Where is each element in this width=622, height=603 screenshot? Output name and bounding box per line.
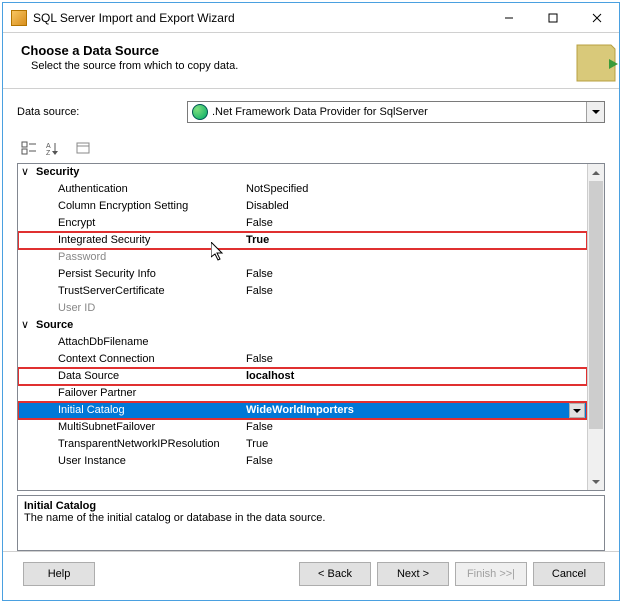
data-source-value: .Net Framework Data Provider for SqlServ…	[212, 106, 586, 118]
property-pages-button[interactable]	[71, 137, 95, 159]
svg-text:Z: Z	[46, 150, 51, 156]
alphabetical-button[interactable]: AZ	[41, 137, 65, 159]
prop-data-source[interactable]: Data Sourcelocalhost	[18, 368, 587, 385]
categorized-button[interactable]	[17, 137, 41, 159]
prop-trust-server-certificate[interactable]: TrustServerCertificateFalse	[18, 283, 587, 300]
help-button[interactable]: Help	[23, 562, 95, 586]
scroll-thumb[interactable]	[589, 181, 603, 429]
prop-user-id[interactable]: User ID	[18, 300, 587, 317]
prop-transparent-network-ip-resolution[interactable]: TransparentNetworkIPResolutionTrue	[18, 436, 587, 453]
svg-text:A: A	[46, 143, 51, 150]
vertical-scrollbar[interactable]	[587, 164, 604, 490]
scroll-up-button[interactable]	[588, 164, 604, 181]
title-bar: SQL Server Import and Export Wizard	[3, 3, 619, 33]
app-icon	[11, 10, 27, 26]
prop-integrated-security[interactable]: Integrated SecurityTrue	[18, 232, 587, 249]
back-button[interactable]: < Back	[299, 562, 371, 586]
prop-initial-catalog[interactable]: Initial Catalog WideWorldImporters	[18, 402, 587, 419]
property-grid-toolbar: AZ	[17, 137, 605, 159]
page-subtitle: Select the source from which to copy dat…	[31, 60, 601, 72]
prop-failover-partner[interactable]: Failover Partner	[18, 385, 587, 402]
collapse-icon[interactable]: ∨	[18, 164, 32, 181]
cancel-button[interactable]: Cancel	[533, 562, 605, 586]
description-text: The name of the initial catalog or datab…	[24, 512, 598, 524]
scroll-track[interactable]	[588, 181, 604, 473]
wizard-footer: Help < Back Next > Finish >>| Cancel	[3, 551, 619, 600]
chevron-down-icon	[586, 102, 604, 122]
finish-button[interactable]: Finish >>|	[455, 562, 527, 586]
category-source[interactable]: ∨ Source	[18, 317, 587, 334]
maximize-button[interactable]	[531, 3, 575, 33]
collapse-icon[interactable]: ∨	[18, 317, 32, 334]
scroll-down-button[interactable]	[588, 473, 604, 490]
cell-dropdown-button[interactable]	[569, 403, 585, 418]
page-title: Choose a Data Source	[21, 43, 601, 58]
data-source-row: Data source: .Net Framework Data Provide…	[17, 101, 605, 123]
next-button[interactable]: Next >	[377, 562, 449, 586]
minimize-button[interactable]	[487, 3, 531, 33]
prop-column-encryption[interactable]: Column Encryption SettingDisabled	[18, 198, 587, 215]
window-title: SQL Server Import and Export Wizard	[33, 11, 487, 25]
prop-persist-security-info[interactable]: Persist Security InfoFalse	[18, 266, 587, 283]
globe-icon	[192, 104, 208, 120]
wizard-window: SQL Server Import and Export Wizard Choo…	[2, 2, 620, 601]
prop-authentication[interactable]: AuthenticationNotSpecified	[18, 181, 587, 198]
close-button[interactable]	[575, 3, 619, 33]
description-panel: Initial Catalog The name of the initial …	[17, 495, 605, 551]
wizard-body: Data source: .Net Framework Data Provide…	[3, 89, 619, 551]
prop-encrypt[interactable]: EncryptFalse	[18, 215, 587, 232]
description-title: Initial Catalog	[24, 500, 598, 512]
prop-context-connection[interactable]: Context ConnectionFalse	[18, 351, 587, 368]
header-decoration-icon	[569, 39, 619, 87]
data-source-dropdown[interactable]: .Net Framework Data Provider for SqlServ…	[187, 101, 605, 123]
prop-user-instance[interactable]: User InstanceFalse	[18, 453, 587, 470]
prop-multi-subnet-failover[interactable]: MultiSubnetFailoverFalse	[18, 419, 587, 436]
prop-password[interactable]: Password	[18, 249, 587, 266]
property-grid[interactable]: ∨ Security AuthenticationNotSpecified Co…	[17, 163, 605, 491]
category-security[interactable]: ∨ Security	[18, 164, 587, 181]
prop-attach-db-filename[interactable]: AttachDbFilename	[18, 334, 587, 351]
wizard-header: Choose a Data Source Select the source f…	[3, 33, 619, 89]
data-source-label: Data source:	[17, 106, 187, 118]
